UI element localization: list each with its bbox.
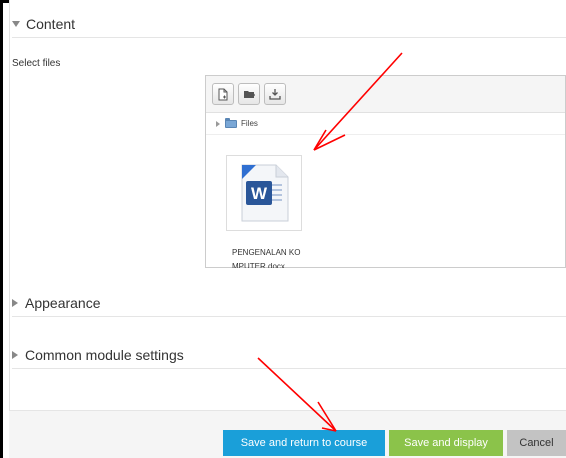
section-common-title: Common module settings bbox=[25, 347, 184, 363]
create-folder-icon bbox=[243, 91, 255, 98]
svg-text:W: W bbox=[251, 184, 268, 203]
download-icon bbox=[269, 89, 281, 100]
save-and-return-button[interactable]: Save and return to course bbox=[223, 430, 385, 456]
filemanager-toolbar bbox=[206, 76, 565, 113]
select-files-label: Select files bbox=[12, 58, 61, 69]
path-label: Files bbox=[241, 119, 258, 128]
divider bbox=[12, 37, 566, 38]
word-document-icon: W bbox=[241, 164, 289, 222]
expand-icon bbox=[12, 299, 18, 307]
section-appearance-title: Appearance bbox=[25, 295, 101, 311]
section-content-title: Content bbox=[26, 16, 76, 32]
folder-icon bbox=[225, 117, 237, 128]
section-common-header[interactable]: Common module settings bbox=[12, 347, 184, 363]
add-file-button[interactable] bbox=[212, 83, 234, 105]
divider bbox=[12, 368, 566, 369]
section-appearance-header[interactable]: Appearance bbox=[12, 295, 101, 311]
create-folder-button[interactable] bbox=[238, 83, 260, 105]
download-button[interactable] bbox=[264, 83, 286, 105]
file-thumbnail[interactable]: W bbox=[226, 155, 302, 231]
save-and-display-button[interactable]: Save and display bbox=[389, 430, 503, 456]
section-content-header[interactable]: Content bbox=[12, 16, 75, 32]
expand-icon bbox=[12, 351, 18, 359]
file-name[interactable]: PENGENALAN KOMPUTER.docx bbox=[232, 246, 302, 268]
filemanager: Files W PENGENALAN KOMPUTER.docx bbox=[205, 75, 566, 268]
cancel-button[interactable]: Cancel bbox=[507, 430, 566, 456]
filemanager-path[interactable]: Files bbox=[206, 113, 565, 135]
divider bbox=[12, 316, 566, 317]
add-file-icon bbox=[218, 88, 228, 100]
expand-icon bbox=[216, 120, 220, 127]
collapse-icon bbox=[12, 21, 20, 27]
